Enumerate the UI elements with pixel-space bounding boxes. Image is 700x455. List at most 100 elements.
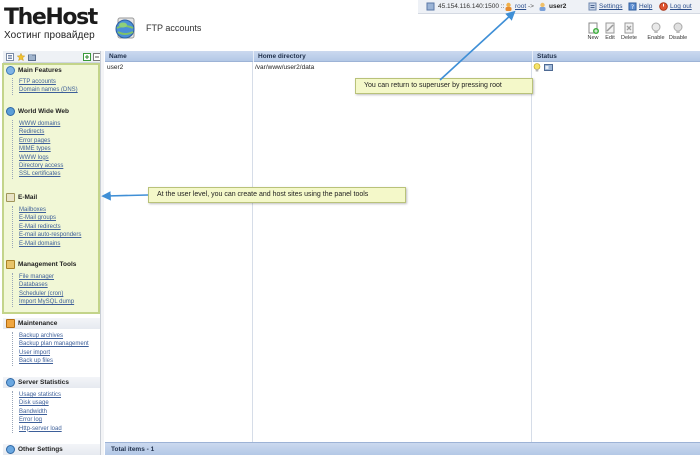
menu-item-usage-statistics[interactable]: Usage statistics <box>19 391 62 399</box>
menu-item-directory-access[interactable]: Directory access <box>19 162 63 170</box>
section-email[interactable]: E-Mail <box>3 192 100 203</box>
new-icon <box>588 22 599 34</box>
section-title: Other Settings <box>18 446 63 453</box>
section-title: Main Features <box>18 67 62 74</box>
menu-item-www-domains[interactable]: WWW domains <box>19 120 63 128</box>
sidebar-tools <box>3 51 103 63</box>
menu-management-tools: File manager Databases Scheduler (cron) … <box>12 273 74 307</box>
section-maintenance[interactable]: Maintenance <box>3 318 100 329</box>
list-view-icon[interactable] <box>6 53 14 61</box>
globe-icon <box>6 107 15 116</box>
menu-item-databases[interactable]: Databases <box>19 281 74 289</box>
table-row[interactable]: user2 /var/www/user2/data <box>105 63 700 73</box>
menu-item-scheduler[interactable]: Scheduler (cron) <box>19 290 74 298</box>
menu-email: Mailboxes E-Mail groups E-Mail redirects… <box>12 206 81 249</box>
expand-all-icon[interactable] <box>83 53 91 61</box>
menu-item-error-pages[interactable]: Error pages <box>19 137 63 145</box>
enable-label: Enable <box>647 35 665 41</box>
menu-item-disk-usage[interactable]: Disk usage <box>19 399 62 407</box>
help-link[interactable]: Help <box>639 3 652 10</box>
menu-item-backup-archives[interactable]: Backup archives <box>19 332 89 340</box>
sidebar-scrollbar[interactable] <box>100 51 104 455</box>
menu-item-dns[interactable]: Domain names (DNS) <box>19 86 78 94</box>
current-user: user2 <box>549 3 567 10</box>
table-footer: Total items - 1 <box>105 442 700 455</box>
logo-text: TheHost <box>4 5 98 30</box>
menu-item-email-redirects[interactable]: E-Mail redirects <box>19 223 81 231</box>
column-name[interactable]: Name <box>105 51 255 62</box>
section-server-statistics[interactable]: Server Statistics <box>3 377 100 388</box>
menu-item-user-import[interactable]: User import <box>19 349 89 357</box>
delete-button[interactable]: Delete <box>619 22 639 41</box>
callout-superuser: You can return to superuser by pressing … <box>355 78 533 94</box>
menu-item-file-manager[interactable]: File manager <box>19 273 74 281</box>
logout-link[interactable]: Log out <box>670 3 692 10</box>
column-status[interactable]: Status <box>532 51 700 62</box>
favorites-star-icon[interactable] <box>17 53 25 61</box>
menu-item-mailboxes[interactable]: Mailboxes <box>19 206 81 214</box>
menu-main-features: FTP accounts Domain names (DNS) <box>12 78 78 95</box>
settings-icon <box>588 2 597 11</box>
cell-home-directory: /var/www/user2/data <box>255 64 315 71</box>
column-divider <box>531 62 532 442</box>
user-icon <box>539 2 546 11</box>
menu-item-error-log[interactable]: Error log <box>19 416 62 424</box>
root-user-icon <box>505 2 512 11</box>
section-other-settings[interactable]: Other Settings <box>3 444 100 455</box>
section-title: E-Mail <box>18 194 38 201</box>
menu-item-redirects[interactable]: Redirects <box>19 128 63 136</box>
menu-item-bandwidth[interactable]: Bandwidth <box>19 408 62 416</box>
server-icon <box>426 2 435 11</box>
page-title: FTP accounts <box>146 23 202 33</box>
menu-item-import-mysql[interactable]: Import MySQL dump <box>19 298 74 306</box>
disable-label: Disable <box>668 35 688 41</box>
settings-link[interactable]: Settings <box>599 3 623 10</box>
section-title: Management Tools <box>18 261 77 268</box>
menu-www: WWW domains Redirects Error pages MIME t… <box>12 120 63 179</box>
disable-button[interactable]: Disable <box>668 22 688 41</box>
main-features-icon <box>6 66 15 75</box>
bulb-on-icon <box>651 22 661 33</box>
section-main-features[interactable]: Main Features <box>3 65 100 76</box>
delete-label: Delete <box>621 35 637 41</box>
menu-item-http-server-load[interactable]: Http-server load <box>19 425 62 433</box>
section-www[interactable]: World Wide Web <box>3 106 100 117</box>
menu-item-mime-types[interactable]: MIME types <box>19 145 63 153</box>
section-title: World Wide Web <box>18 108 69 115</box>
menu-item-auto-responders[interactable]: E-mail auto-responders <box>19 231 81 239</box>
bulb-off-icon <box>673 22 683 33</box>
menu-item-www-logs[interactable]: WWW logs <box>19 154 63 162</box>
session-bar: 45.154.116.140:1500 :: root -> user2 Set… <box>418 0 700 14</box>
folder-icon[interactable] <box>28 53 36 61</box>
menu-item-back-up-files[interactable]: Back up files <box>19 357 89 365</box>
edit-button[interactable]: Edit <box>600 22 620 41</box>
statistics-icon <box>6 378 15 387</box>
menu-item-backup-plan[interactable]: Backup plan management <box>19 340 89 348</box>
edit-label: Edit <box>605 35 615 41</box>
root-link[interactable]: root <box>515 3 526 10</box>
delete-icon <box>624 22 634 34</box>
menu-item-ftp-accounts[interactable]: FTP accounts <box>19 78 78 86</box>
menu-server-statistics: Usage statistics Disk usage Bandwidth Er… <box>12 391 62 434</box>
ftp-globe-icon <box>115 17 135 39</box>
section-management-tools[interactable]: Management Tools <box>3 259 100 270</box>
user-arrow: -> <box>528 3 534 10</box>
menu-item-email-groups[interactable]: E-Mail groups <box>19 214 81 222</box>
table-header: Name Home directory Status <box>105 51 700 62</box>
callout-user-level: At the user level, you can create and ho… <box>148 187 406 203</box>
menu-item-email-domains[interactable]: E-Mail domains <box>19 240 81 248</box>
total-items: Total items - 1 <box>111 446 155 453</box>
envelope-icon <box>6 193 15 202</box>
cell-name: user2 <box>107 64 124 71</box>
logo-subtitle: Хостинг провайдер <box>4 30 95 41</box>
menu-item-ssl-certificates[interactable]: SSL certificates <box>19 170 63 178</box>
enable-button[interactable]: Enable <box>646 22 666 41</box>
edit-icon <box>605 22 615 34</box>
column-home-directory[interactable]: Home directory <box>253 51 531 62</box>
column-divider <box>252 62 253 442</box>
logout-icon <box>659 2 668 11</box>
action-toolbar: New Edit Delete Enable Disable <box>580 22 700 44</box>
maintenance-icon <box>6 319 15 328</box>
section-title: Server Statistics <box>18 379 69 386</box>
enabled-bulb-icon <box>533 63 541 72</box>
